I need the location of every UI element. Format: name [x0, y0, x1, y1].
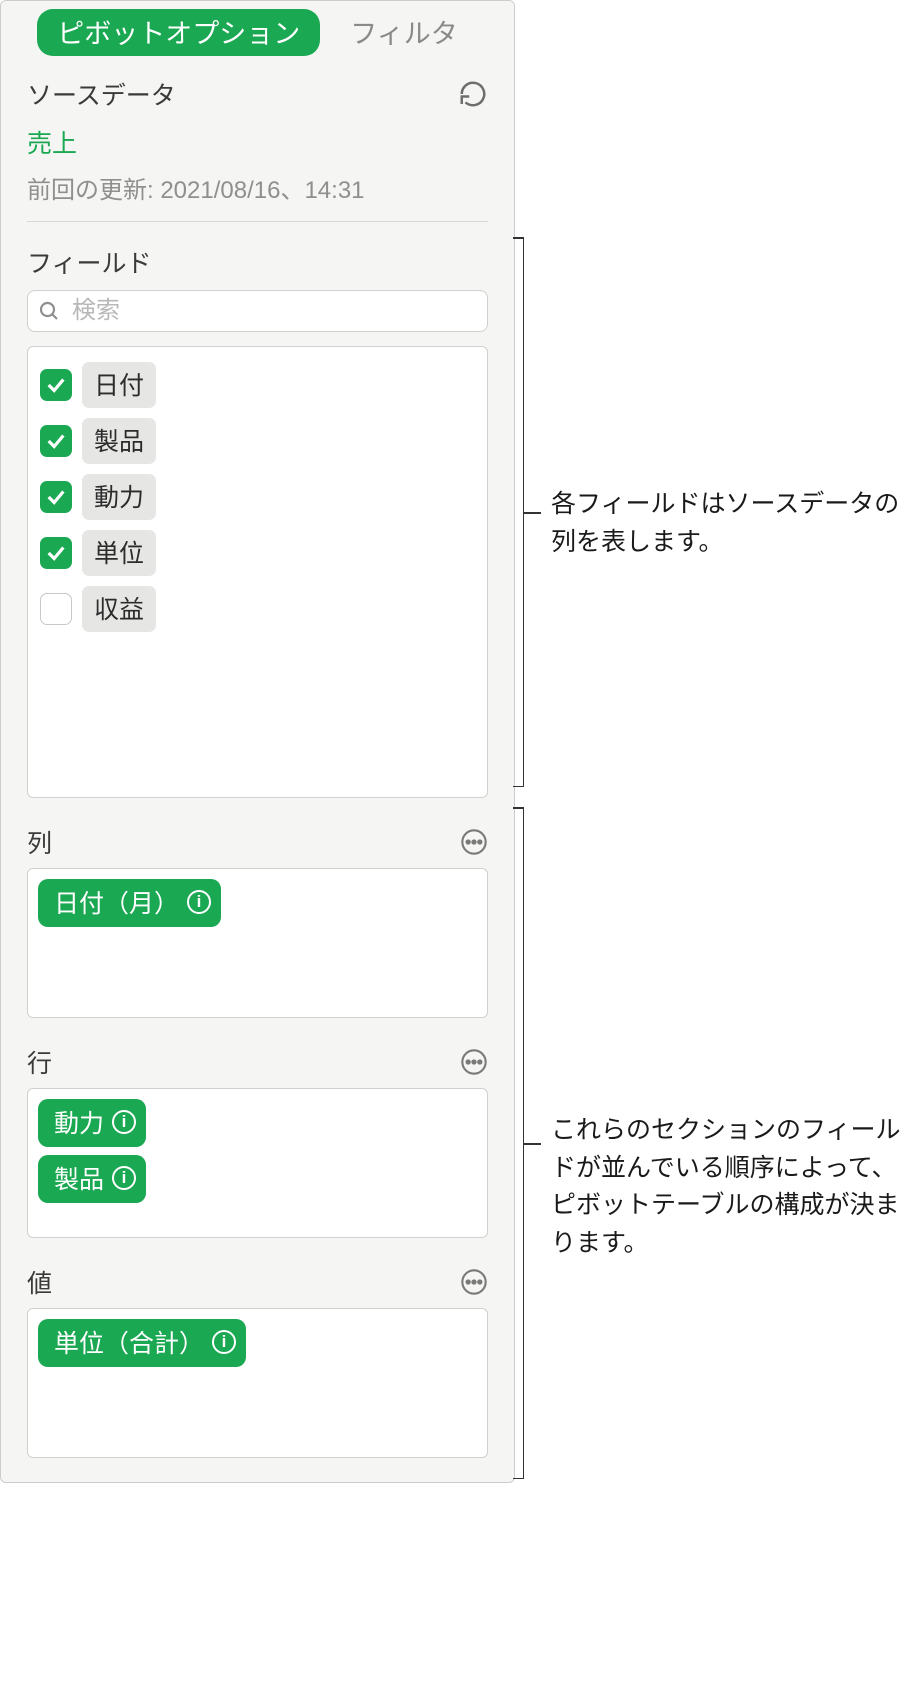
field-checkbox-revenue[interactable]: [40, 593, 72, 625]
info-icon[interactable]: i: [212, 1330, 236, 1354]
pill-product[interactable]: 製品 i: [38, 1155, 146, 1203]
info-icon[interactable]: i: [112, 1110, 136, 1134]
values-more-button[interactable]: [460, 1268, 488, 1296]
more-icon: [460, 828, 488, 856]
last-update-label: 前回の更新: 2021/08/16、14:31: [27, 170, 488, 222]
rows-more-button[interactable]: [460, 1048, 488, 1076]
field-chip-product[interactable]: 製品: [82, 418, 156, 464]
callouts: 各フィールドはソースデータの列を表します。 これらのセクションのフィールドが並ん…: [515, 0, 915, 1483]
tab-filter[interactable]: フィルタ: [330, 9, 477, 56]
field-checkbox-power[interactable]: [40, 481, 72, 513]
pill-label: 動力: [54, 1104, 104, 1140]
fields-list[interactable]: 日付 製品 動力 単位: [27, 346, 488, 798]
rows-title: 行: [27, 1044, 52, 1080]
check-icon: [45, 542, 67, 564]
pill-label: 日付（月）: [54, 884, 179, 920]
columns-dropzone[interactable]: 日付（月） i: [27, 868, 488, 1018]
rows-dropzone[interactable]: 動力 i 製品 i: [27, 1088, 488, 1238]
refresh-icon: [458, 79, 488, 109]
pill-power[interactable]: 動力 i: [38, 1099, 146, 1147]
tab-pivot-options[interactable]: ピボットオプション: [37, 9, 320, 56]
field-checkbox-product[interactable]: [40, 425, 72, 457]
pivot-options-panel: ピボットオプション フィルタ ソースデータ 売上 前回の更新: 2021/08/…: [0, 0, 515, 1483]
values-dropzone[interactable]: 単位（合計） i: [27, 1308, 488, 1458]
columns-header: 列: [27, 824, 488, 860]
source-data-label: ソースデータ: [27, 76, 176, 112]
field-checkbox-date[interactable]: [40, 369, 72, 401]
field-checkbox-unit[interactable]: [40, 537, 72, 569]
field-chip-date[interactable]: 日付: [82, 362, 156, 408]
search-input[interactable]: [27, 290, 488, 332]
pill-date-month[interactable]: 日付（月） i: [38, 879, 221, 927]
search-icon: [37, 299, 61, 323]
check-icon: [45, 374, 67, 396]
more-icon: [460, 1048, 488, 1076]
callout-fields-text: 各フィールドはソースデータの列を表します。: [551, 486, 901, 561]
tab-bar: ピボットオプション フィルタ: [1, 1, 514, 62]
check-icon: [45, 430, 67, 452]
field-row: 収益: [36, 581, 479, 637]
check-icon: [45, 486, 67, 508]
pill-label: 製品: [54, 1160, 104, 1196]
values-title: 値: [27, 1264, 52, 1300]
info-icon[interactable]: i: [187, 890, 211, 914]
source-name[interactable]: 売上: [27, 124, 488, 160]
refresh-button[interactable]: [458, 79, 488, 109]
values-header: 値: [27, 1264, 488, 1300]
columns-title: 列: [27, 824, 52, 860]
field-chip-power[interactable]: 動力: [82, 474, 156, 520]
field-row: 単位: [36, 525, 479, 581]
fields-label: フィールド: [27, 244, 488, 280]
panel-content: ソースデータ 売上 前回の更新: 2021/08/16、14:31 フィールド: [1, 62, 514, 1482]
rows-header: 行: [27, 1044, 488, 1080]
columns-more-button[interactable]: [460, 828, 488, 856]
search-wrap: [27, 290, 488, 332]
field-row: 製品: [36, 413, 479, 469]
field-row: 動力: [36, 469, 479, 525]
callout-sections-text: これらのセクションのフィールドが並んでいる順序によって、ピボットテーブルの構成が…: [551, 1112, 901, 1262]
field-chip-unit[interactable]: 単位: [82, 530, 156, 576]
field-row: 日付: [36, 357, 479, 413]
more-icon: [460, 1268, 488, 1296]
pill-unit-sum[interactable]: 単位（合計） i: [38, 1319, 246, 1367]
source-header: ソースデータ: [27, 76, 488, 112]
bracket-sections: [523, 807, 524, 1479]
info-icon[interactable]: i: [112, 1166, 136, 1190]
pill-label: 単位（合計）: [54, 1324, 204, 1360]
bracket-fields: [523, 237, 524, 787]
field-chip-revenue[interactable]: 収益: [82, 586, 156, 632]
